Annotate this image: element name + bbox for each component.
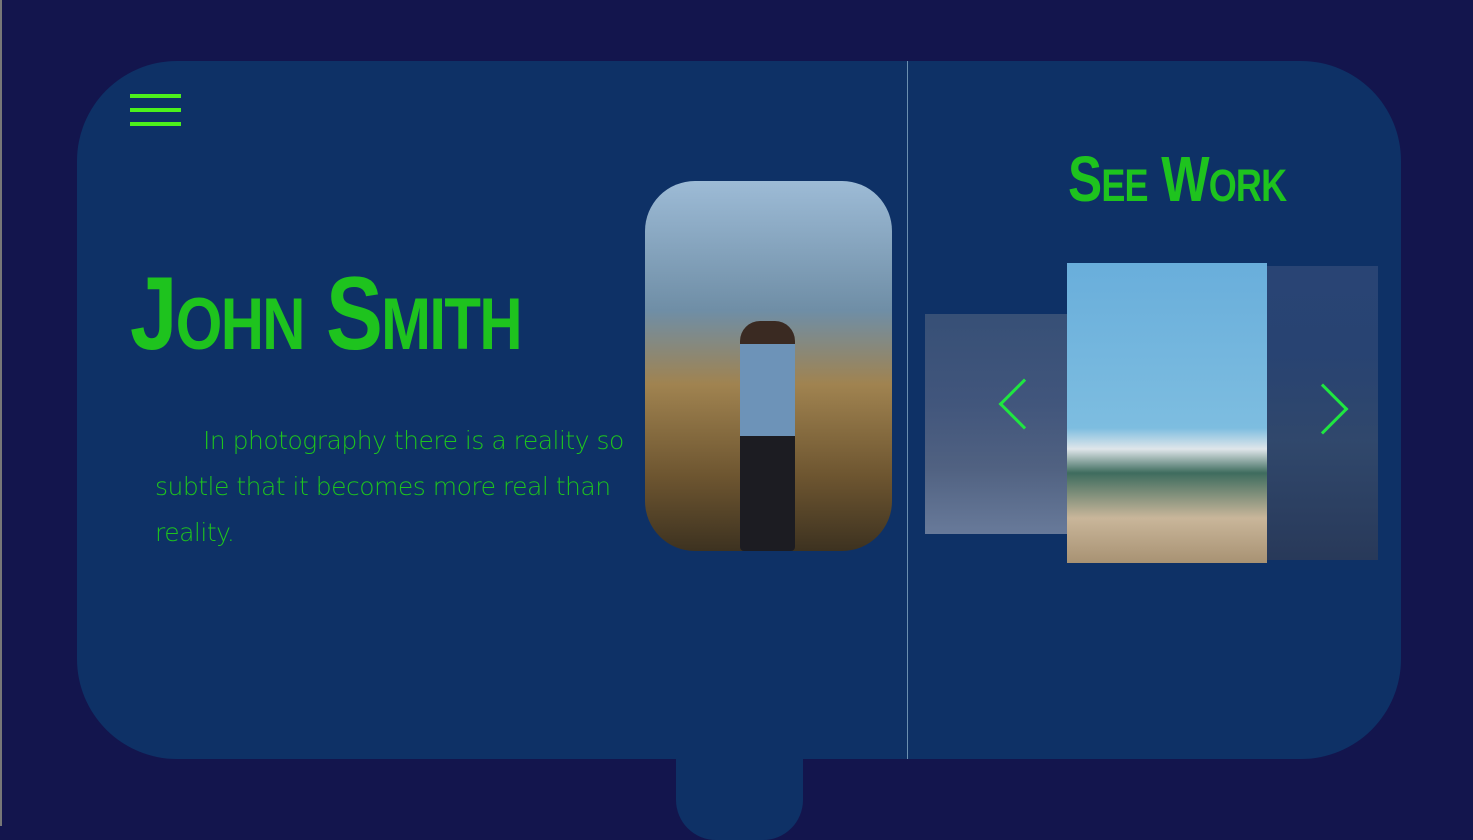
divider [907,61,908,759]
gallery-title: See Work [1068,143,1287,215]
hero-quote: In photography there is a reality so sub… [155,426,624,547]
hamburger-menu-icon[interactable] [130,94,181,128]
portrait-photo [645,181,892,551]
bottom-tab [676,740,803,840]
person-figure [740,321,795,551]
gallery-slide-previous[interactable] [925,314,1067,534]
gallery-slide-current[interactable] [1067,263,1267,563]
hero-name: John Smith [130,256,523,372]
